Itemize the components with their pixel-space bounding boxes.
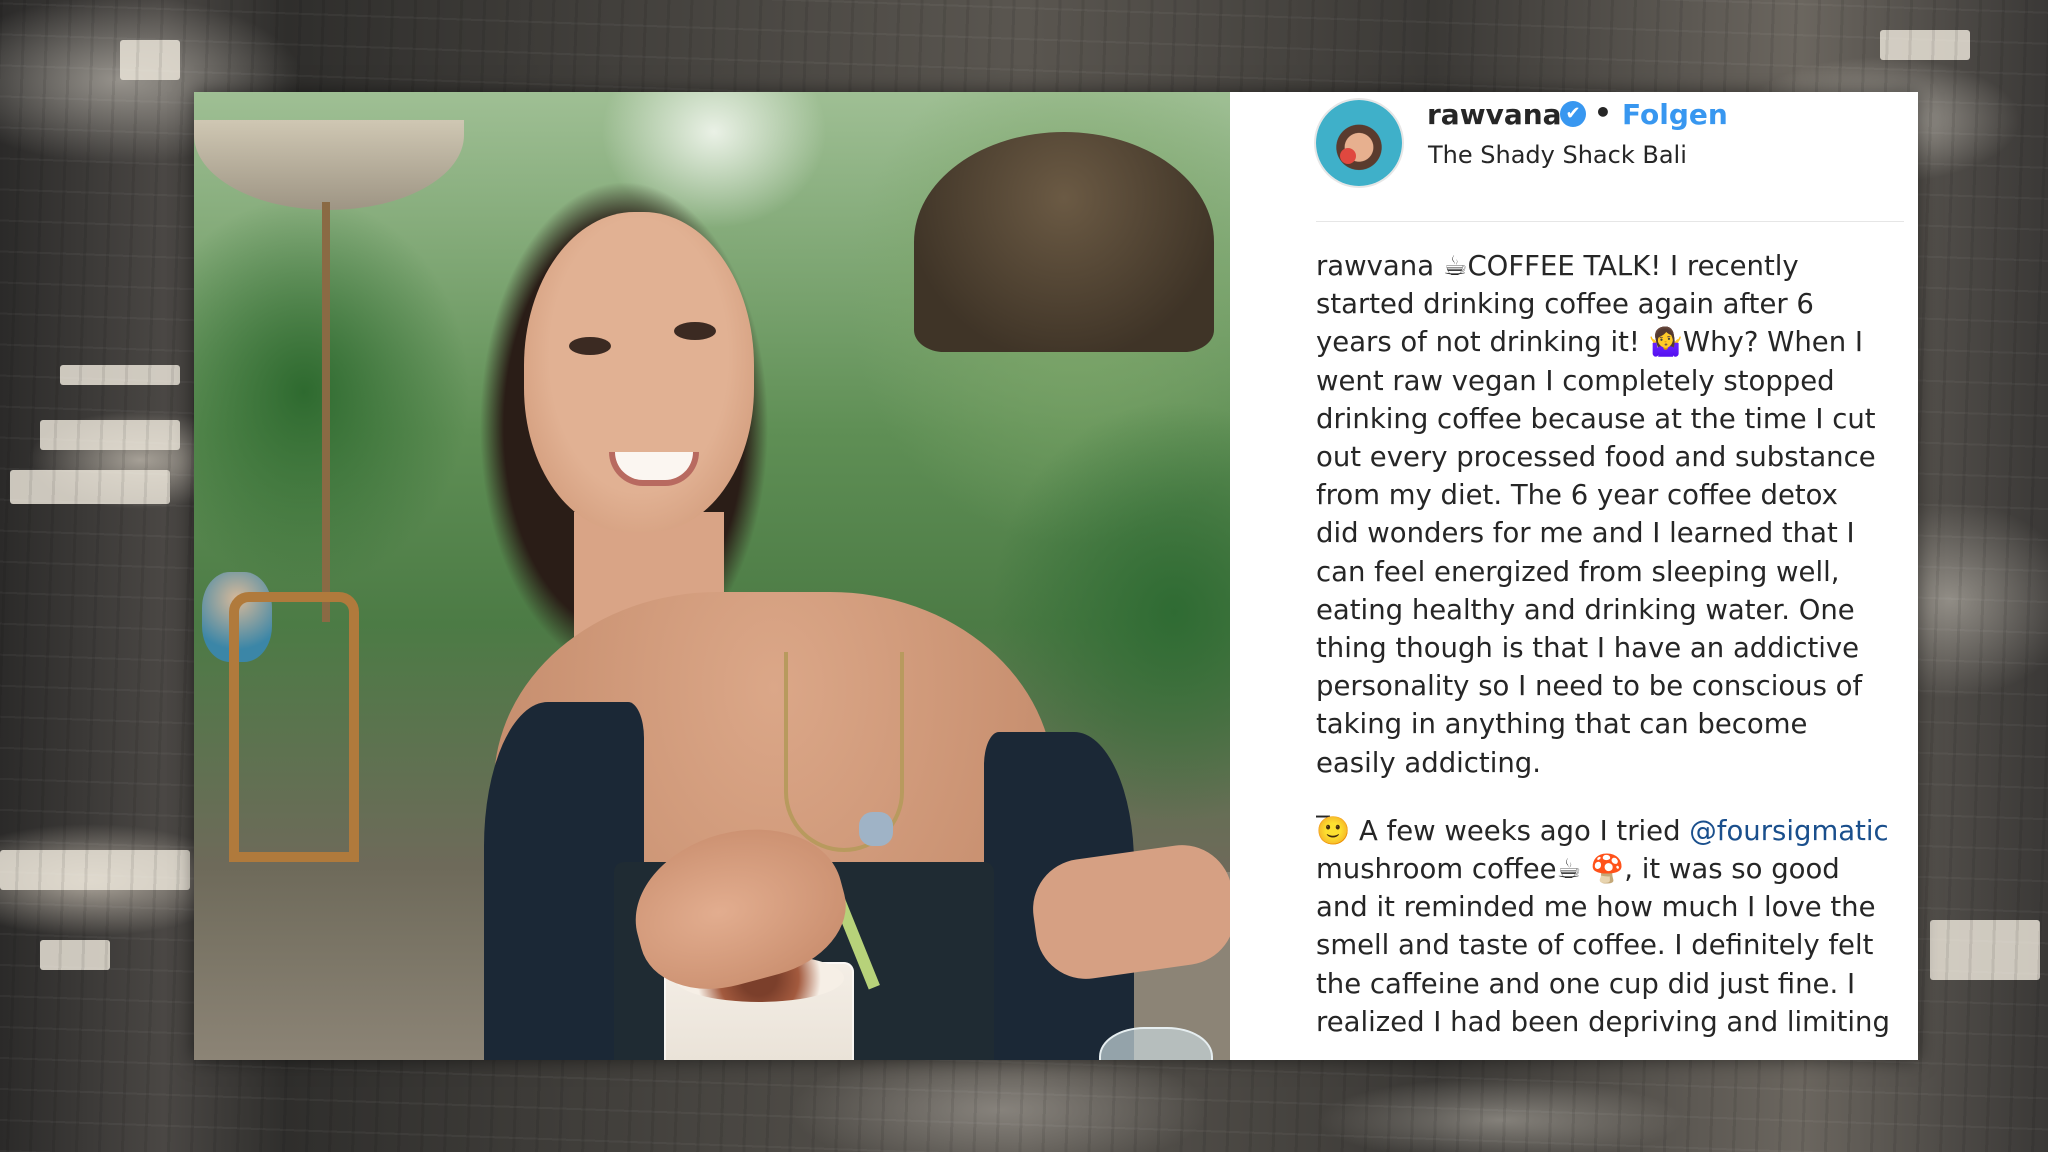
caption-line: smell and taste of coffee. I definitely … (1316, 929, 1874, 962)
paint-chip (40, 940, 110, 970)
instagram-post: rawvana ✔ • Folgen The Shady Shack Bali … (194, 92, 1918, 1060)
caption-line: from my diet. The 6 year coffee detox (1316, 479, 1838, 512)
wooden-chair (229, 592, 359, 862)
caption-line: started drinking coffee again after 6 (1316, 288, 1814, 321)
caption-text: COFFEE TALK! I recently (1467, 250, 1799, 282)
paint-chip (60, 365, 180, 385)
caption-line: drinking coffee because at the time I cu… (1316, 402, 1876, 435)
shrug-emoji-icon: 🤷‍♀️ (1648, 326, 1683, 359)
caption-text: Why? When I (1682, 326, 1863, 359)
paint-chip (1880, 30, 1970, 60)
post-header: rawvana ✔ • Folgen The Shady Shack Bali (1230, 92, 1918, 220)
mushroom-emoji-icon: 🍄 (1590, 853, 1625, 886)
caption-text: A few weeks ago I tried (1359, 814, 1681, 847)
paint-chip (120, 40, 180, 80)
caption-line: did wonders for me and I learned that I (1316, 517, 1855, 550)
left-eye (569, 337, 611, 355)
caption-username[interactable]: rawvana (1316, 250, 1434, 282)
avatar-detail (1340, 148, 1356, 164)
caption-separator: _ (1316, 785, 1330, 818)
caption-text: , it was so good (1624, 853, 1840, 886)
mention-link[interactable]: @foursigmatic (1689, 815, 1888, 847)
caption-text: mushroom coffee (1316, 853, 1557, 886)
thatched-hut (914, 132, 1214, 352)
coffee-emoji-icon: ☕ (1556, 853, 1582, 886)
caption-line: rawvana ☕COFFEE TALK! I recently (1316, 247, 1906, 285)
caption-line: the caffeine and one cup did just fine. … (1316, 967, 1856, 1000)
caption-line: realized I had been depriving and limiti… (1316, 1005, 1890, 1038)
right-eye (674, 322, 716, 340)
separator-dot: • (1594, 96, 1612, 129)
necklace-pendant (859, 812, 893, 846)
caption-line: mushroom coffee☕ 🍄, it was so good (1316, 850, 1906, 888)
caption-line: eating healthy and drinking water. One (1316, 593, 1855, 626)
caption-line: 🙂 A few weeks ago I tried @foursigmatic (1316, 812, 1906, 850)
caption-line: thing though is that I have an addictive (1316, 632, 1860, 665)
follow-button[interactable]: Folgen (1622, 98, 1728, 132)
caption-line: taking in anything that can become (1316, 708, 1808, 741)
caption-line: personality so I need to be conscious of (1316, 670, 1863, 703)
username[interactable]: rawvana (1427, 98, 1562, 132)
caption-line: and it reminded me how much I love the (1316, 891, 1876, 924)
umbrella-pole (322, 202, 330, 622)
paint-chip (10, 470, 170, 504)
caption-line: can feel energized from sleeping well, (1316, 555, 1840, 588)
location-link[interactable]: The Shady Shack Bali (1428, 140, 1687, 170)
avatar[interactable] (1316, 100, 1402, 186)
post-caption: rawvana ☕COFFEE TALK! I recently started… (1316, 247, 1906, 1040)
caption-text: years of not drinking it! (1316, 326, 1640, 359)
paint-chip (0, 850, 190, 890)
post-side-panel: rawvana ✔ • Folgen The Shady Shack Bali … (1230, 92, 1918, 1060)
post-photo[interactable] (194, 92, 1230, 1060)
header-divider (1316, 221, 1904, 222)
caption-line: went raw vegan I completely stopped (1316, 364, 1835, 397)
coffee-emoji-icon: ☕ (1442, 250, 1468, 282)
paint-chip (1930, 920, 2040, 980)
caption-line: years of not drinking it! 🤷‍♀️Why? When … (1316, 323, 1906, 361)
caption-line: easily addicting. (1316, 746, 1541, 779)
smile-emoji-icon: 🙂 (1316, 814, 1351, 847)
paint-chip (40, 420, 180, 450)
verified-badge-icon: ✔ (1560, 101, 1586, 127)
caption-line: out every processed food and substance (1316, 441, 1876, 474)
